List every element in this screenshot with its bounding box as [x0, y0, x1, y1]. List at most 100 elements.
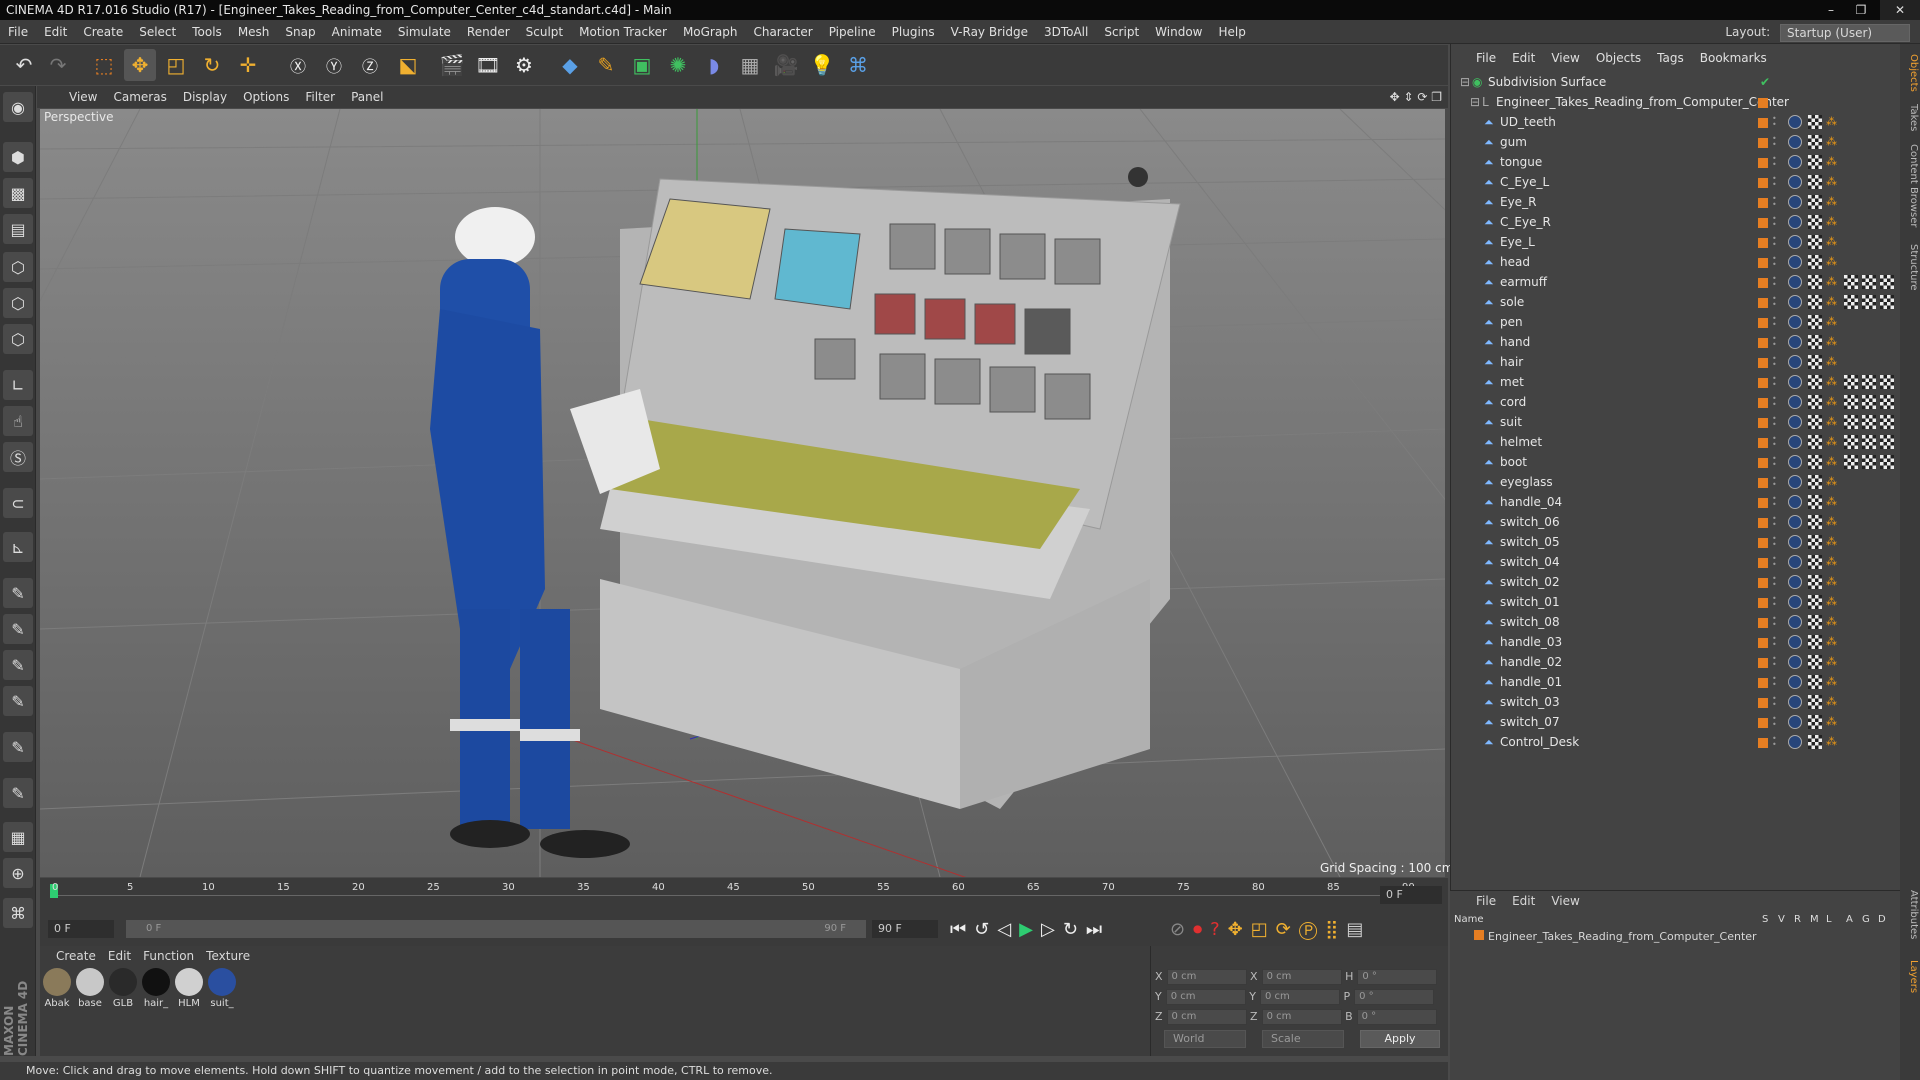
transform-tool-icon[interactable]: ✛	[232, 49, 264, 81]
uvw-tag-icon[interactable]	[1808, 295, 1822, 309]
layer-color-dot[interactable]	[1758, 518, 1768, 528]
tab-layers[interactable]: Layers	[1901, 960, 1919, 993]
tree-row[interactable]: ⏶ UD_teeth • • ⁂	[1452, 112, 1898, 132]
uvw-tag-icon[interactable]	[1808, 335, 1822, 349]
obj-menu-tags[interactable]: Tags	[1649, 48, 1692, 68]
cube-object-icon[interactable]: ◆	[554, 49, 586, 81]
texture-mode-icon[interactable]: ▩	[3, 178, 33, 208]
texture-tag-icon[interactable]: ⁂	[1826, 695, 1837, 709]
rotation-p-field[interactable]: 0 °	[1354, 989, 1435, 1005]
position-x-field[interactable]: 0 cm	[1166, 969, 1247, 985]
rotation-h-field[interactable]: 0 °	[1357, 969, 1438, 985]
tree-row[interactable]: ⏶ switch_08 • • ⁂	[1452, 612, 1898, 632]
menu-simulate[interactable]: Simulate	[390, 20, 459, 44]
texture-tag-icon[interactable]: ⁂	[1826, 175, 1837, 189]
menu-motion-tracker[interactable]: Motion Tracker	[571, 20, 675, 44]
subdivision-icon[interactable]: ▣	[626, 49, 658, 81]
phong-tag-icon[interactable]	[1788, 315, 1802, 329]
go-to-start-icon[interactable]: ⏮	[950, 919, 974, 940]
collapse-icon[interactable]: ⊟	[1460, 75, 1472, 89]
x-axis-icon[interactable]: Ⓧ	[282, 49, 314, 81]
phong-tag-icon[interactable]	[1788, 235, 1802, 249]
visibility-dots-icon[interactable]: • •	[1772, 555, 1778, 569]
tab-attributes[interactable]: Attributes	[1901, 890, 1919, 939]
tree-row[interactable]: ⏶ pen • • ⁂	[1452, 312, 1898, 332]
tree-row[interactable]: ⏶ boot • • ⁂	[1452, 452, 1898, 472]
tree-row[interactable]: ⏶ C_Eye_R • • ⁂	[1452, 212, 1898, 232]
material-tag-icon[interactable]	[1862, 395, 1876, 409]
render-picture-viewer-icon[interactable]: 🎞	[472, 49, 504, 81]
menu-pipeline[interactable]: Pipeline	[821, 20, 884, 44]
material-tag-icon[interactable]	[1844, 295, 1858, 309]
menu-help[interactable]: Help	[1210, 20, 1253, 44]
menu-character[interactable]: Character	[745, 20, 820, 44]
visibility-dots-icon[interactable]: • •	[1772, 655, 1778, 669]
live-selection-icon[interactable]: ⬚	[88, 49, 120, 81]
tree-row[interactable]: ⏶ hair • • ⁂	[1452, 352, 1898, 372]
undo-icon[interactable]: ↶	[8, 49, 40, 81]
vp-menu-options[interactable]: Options	[235, 86, 297, 108]
perspective-viewport[interactable]	[40, 109, 1445, 877]
tree-row[interactable]: ⏶ switch_07 • • ⁂	[1452, 712, 1898, 732]
tweak-mode-icon[interactable]: ☝	[3, 406, 33, 436]
visibility-dots-icon[interactable]: • •	[1772, 495, 1778, 509]
key-param-icon[interactable]: Ⓟ	[1299, 919, 1325, 940]
obj-menu-file[interactable]: File	[1468, 48, 1504, 68]
size-x-field[interactable]: 0 cm	[1261, 969, 1342, 985]
phong-tag-icon[interactable]	[1788, 455, 1802, 469]
layer-color-dot[interactable]	[1758, 538, 1768, 548]
uvw-tag-icon[interactable]	[1808, 715, 1822, 729]
uvw-tag-icon[interactable]	[1808, 695, 1822, 709]
start-frame-field[interactable]: 0 F	[48, 920, 114, 938]
uvw-tag-icon[interactable]	[1808, 175, 1822, 189]
tree-row[interactable]: ⏶ C_Eye_L • • ⁂	[1452, 172, 1898, 192]
obj-menu-objects[interactable]: Objects	[1588, 48, 1649, 68]
tree-row[interactable]: ⏶ handle_02 • • ⁂	[1452, 652, 1898, 672]
vp-menu-cameras[interactable]: Cameras	[105, 86, 174, 108]
uvw-tag-icon[interactable]	[1808, 475, 1822, 489]
vp-menu-display[interactable]: Display	[175, 86, 235, 108]
visibility-dots-icon[interactable]: • •	[1772, 115, 1778, 129]
camera-icon[interactable]: 🎥	[770, 49, 802, 81]
layer-color-dot[interactable]	[1758, 398, 1768, 408]
menu-animate[interactable]: Animate	[324, 20, 390, 44]
key-position-icon[interactable]: ✥	[1228, 919, 1251, 940]
phong-tag-icon[interactable]	[1788, 275, 1802, 289]
material-tag-icon[interactable]	[1844, 415, 1858, 429]
tree-row[interactable]: ⏶ met • • ⁂	[1452, 372, 1898, 392]
phong-tag-icon[interactable]	[1788, 595, 1802, 609]
uvw-tag-icon[interactable]	[1808, 535, 1822, 549]
close-button[interactable]: ✕	[1880, 0, 1920, 20]
visibility-dots-icon[interactable]: • •	[1772, 455, 1778, 469]
motion-record-icon[interactable]: ⊘	[1170, 919, 1193, 940]
z-axis-icon[interactable]: Ⓩ	[354, 49, 386, 81]
visibility-dots-icon[interactable]: • •	[1772, 515, 1778, 529]
texture-tag-icon[interactable]: ⁂	[1826, 255, 1837, 269]
render-view-icon[interactable]: 🎬	[436, 49, 468, 81]
material-tag-icon[interactable]	[1844, 435, 1858, 449]
phong-tag-icon[interactable]	[1788, 115, 1802, 129]
phong-tag-icon[interactable]	[1788, 415, 1802, 429]
move-tool-icon[interactable]: ✥	[124, 49, 156, 81]
uvw-tag-icon[interactable]	[1808, 215, 1822, 229]
scale-tool-icon[interactable]: ◰	[160, 49, 192, 81]
tree-row[interactable]: ⏶ switch_02 • • ⁂	[1452, 572, 1898, 592]
texture-tag-icon[interactable]: ⁂	[1826, 355, 1837, 369]
autokey-icon[interactable]: ?	[1210, 919, 1228, 940]
layer-color-dot[interactable]	[1758, 458, 1768, 468]
go-to-end-icon[interactable]: ⏭	[1086, 919, 1110, 940]
visibility-dots-icon[interactable]: • •	[1772, 475, 1778, 489]
phong-tag-icon[interactable]	[1788, 155, 1802, 169]
layer-color-dot[interactable]	[1758, 158, 1768, 168]
material-tag-icon[interactable]	[1844, 455, 1858, 469]
visibility-dots-icon[interactable]: • •	[1772, 695, 1778, 709]
tree-row[interactable]: ⏶ earmuff • • ⁂	[1452, 272, 1898, 292]
tree-row[interactable]: ⏶ switch_03 • • ⁂	[1452, 692, 1898, 712]
visibility-dots-icon[interactable]: • •	[1772, 415, 1778, 429]
vp-menu-view[interactable]: View	[61, 86, 105, 108]
texture-tag-icon[interactable]: ⁂	[1826, 595, 1837, 609]
menu-vray-bridge[interactable]: V-Ray Bridge	[943, 20, 1036, 44]
visibility-dots-icon[interactable]: • •	[1772, 335, 1778, 349]
layer-color-dot[interactable]	[1758, 358, 1768, 368]
phong-tag-icon[interactable]	[1788, 575, 1802, 589]
